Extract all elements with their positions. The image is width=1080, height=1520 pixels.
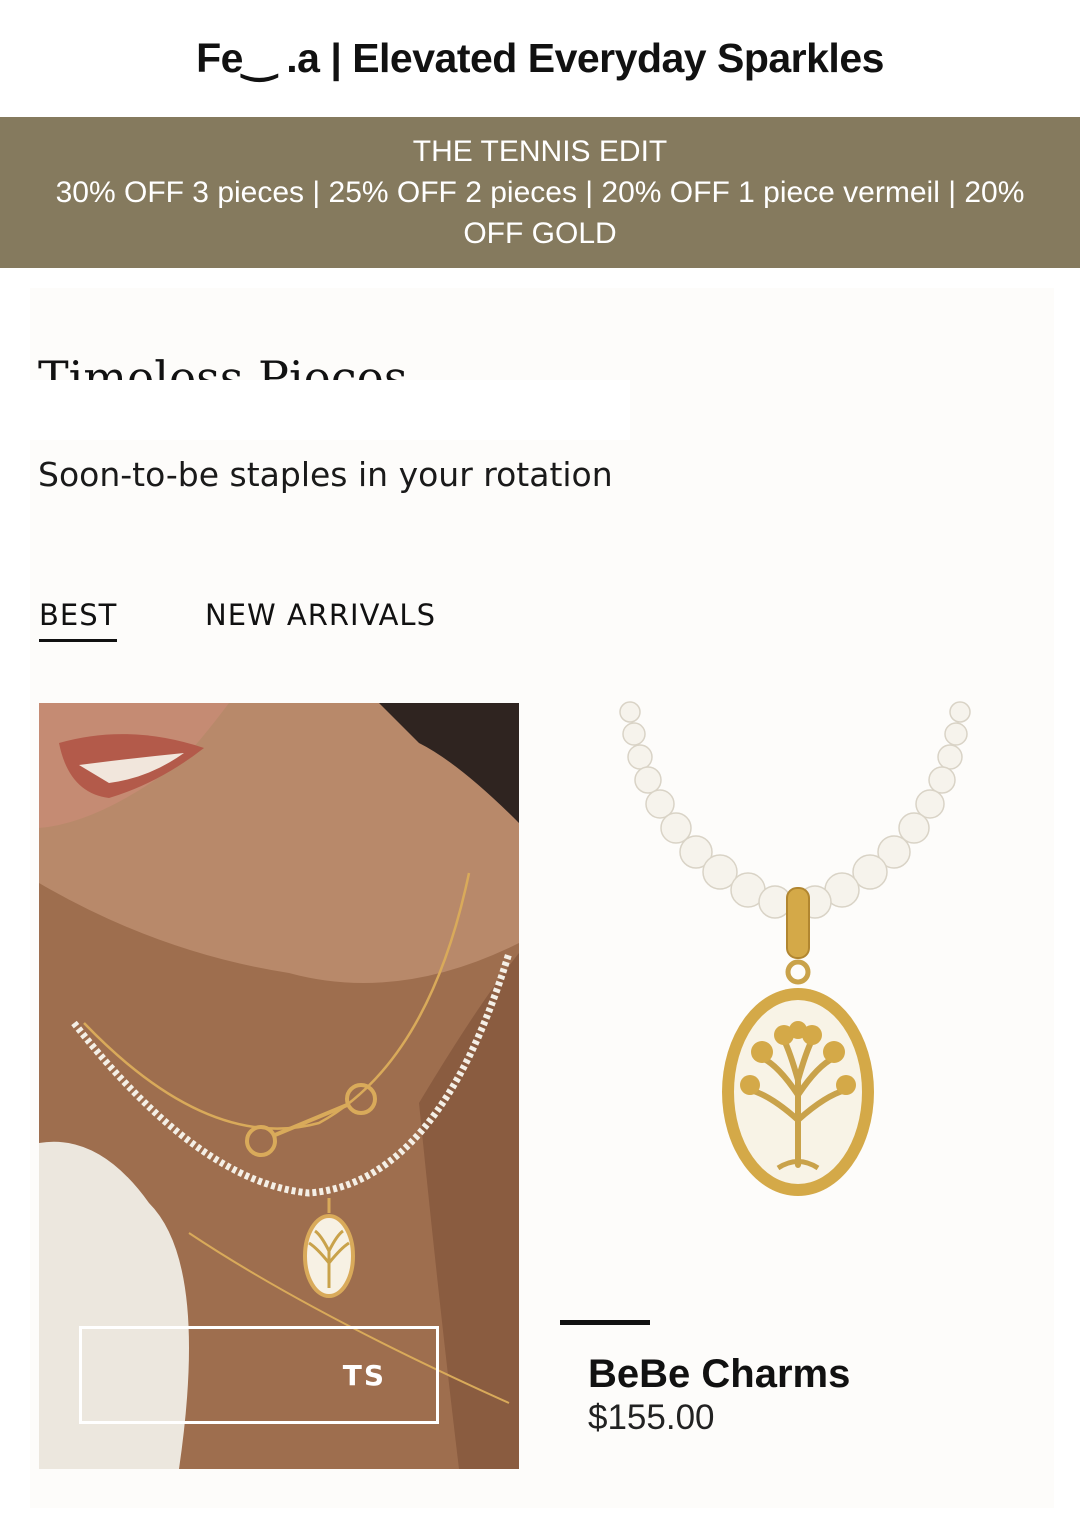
promo-banner[interactable]: THE TENNIS EDIT 30% OFF 3 pieces | 25% O… <box>0 117 1080 268</box>
tab-new-arrivals[interactable]: NEW ARRIVALS <box>205 598 436 632</box>
promo-headline: THE TENNIS EDIT <box>412 135 668 168</box>
title-occlusion <box>30 380 630 440</box>
shop-button-label: TS <box>342 1358 386 1392</box>
product-divider <box>560 1320 650 1325</box>
shop-button[interactable]: TS <box>79 1326 439 1424</box>
lifestyle-photo[interactable]: TS <box>39 703 519 1469</box>
promo-offer-line-2: OFF GOLD <box>463 217 617 250</box>
section-subtitle: Soon-to-be staples in your rotation <box>38 455 613 494</box>
product-image[interactable] <box>590 700 1010 1220</box>
pearl-necklace-illustration <box>619 701 971 1196</box>
site-title: Fe‿ .a | Elevated Everyday Sparkles <box>196 35 884 81</box>
site-header: Fe‿ .a | Elevated Everyday Sparkles <box>0 0 1080 116</box>
tab-best[interactable]: BEST <box>39 598 118 642</box>
product-price: $155.00 <box>588 1398 715 1437</box>
page: Fe‿ .a | Elevated Everyday Sparkles THE … <box>0 0 1080 1520</box>
promo-offer-line: 30% OFF 3 pieces | 25% OFF 2 pieces | 20… <box>55 176 1025 209</box>
product-name[interactable]: BeBe Charms <box>588 1352 850 1397</box>
